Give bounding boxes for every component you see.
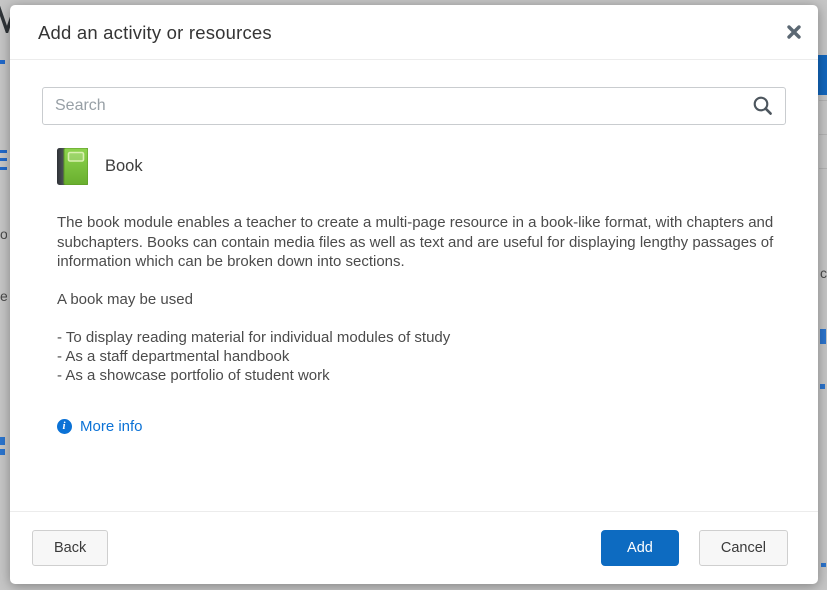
usage-item: - As a showcase portfolio of student wor…: [57, 366, 786, 385]
background-fragment: [0, 150, 7, 153]
more-info-link[interactable]: i More info: [57, 418, 143, 435]
usage-item: - As a staff departmental handbook: [57, 347, 786, 366]
background-text-fragment: o: [0, 229, 7, 241]
activity-description: The book module enables a teacher to cre…: [57, 213, 786, 272]
modal-title: Add an activity or resources: [38, 22, 768, 44]
activity-name: Book: [105, 157, 143, 176]
more-info-label: More info: [80, 418, 143, 435]
background-text-fragment: c: [820, 268, 827, 280]
add-button[interactable]: Add: [601, 530, 679, 566]
usage-intro: A book may be used: [57, 290, 786, 310]
background-fragment: [0, 60, 5, 64]
back-button[interactable]: Back: [32, 530, 108, 566]
modal-body: Book The book module enables a teacher t…: [10, 60, 818, 511]
modal-footer: Back Add Cancel: [10, 511, 818, 584]
background-fragment: [820, 329, 826, 344]
background-fragment: [0, 158, 7, 161]
activity-detail: Book The book module enables a teacher t…: [42, 147, 786, 435]
activity-header: Book: [57, 147, 786, 185]
info-icon: i: [57, 419, 72, 434]
background-fragment: [821, 563, 826, 567]
background-fragment: [0, 437, 5, 445]
background-fragment: [0, 167, 7, 170]
close-button[interactable]: [781, 19, 807, 45]
book-icon: [57, 148, 88, 185]
cancel-button[interactable]: Cancel: [699, 530, 788, 566]
search-input[interactable]: [42, 87, 786, 125]
background-button-fragment: [818, 55, 827, 95]
usage-item: - To display reading material for indivi…: [57, 328, 786, 347]
search-icon: [752, 95, 774, 117]
add-activity-modal: Add an activity or resources: [10, 5, 818, 584]
close-icon: [785, 23, 803, 41]
background-fragment: [819, 100, 827, 101]
modal-header: Add an activity or resources: [10, 5, 818, 60]
background-fragment: [819, 134, 827, 135]
background-fragment: [0, 449, 5, 455]
background-fragment: [820, 384, 825, 389]
background-text-fragment: e: [0, 291, 7, 303]
background-fragment: [819, 168, 827, 169]
search-row: [42, 87, 786, 125]
usage-list: - To display reading material for indivi…: [57, 328, 786, 386]
